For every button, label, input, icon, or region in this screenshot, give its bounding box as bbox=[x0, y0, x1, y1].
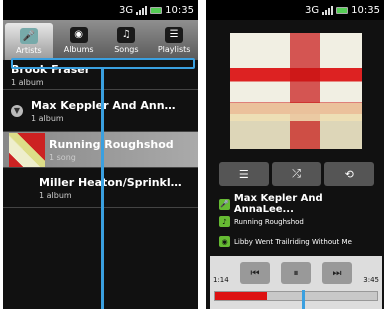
playback-options: ☰ ⤮ ⟲ bbox=[219, 162, 375, 186]
list-icon: ☰ bbox=[238, 167, 249, 181]
network-label: 3G bbox=[305, 4, 320, 16]
tab-bar: 🎤 Artists ◉ Albums ♫ Songs ☰ Playlists bbox=[3, 20, 198, 60]
album-thumbnail bbox=[9, 132, 45, 167]
previous-icon: ⏮ bbox=[250, 267, 260, 279]
album-art bbox=[230, 33, 362, 149]
tab-label: Songs bbox=[114, 44, 139, 54]
album-icon: ◉ bbox=[69, 26, 88, 43]
signal-icon bbox=[136, 5, 148, 15]
shuffle-button[interactable]: ⤮ bbox=[271, 162, 322, 186]
shuffle-icon: ⤮ bbox=[292, 167, 301, 180]
collapse-arrow-icon[interactable]: ▼ bbox=[11, 104, 23, 117]
progress-fill bbox=[215, 292, 267, 300]
music-note-icon: ♪ bbox=[219, 216, 230, 227]
row-subtitle: 1 album bbox=[31, 113, 64, 123]
now-playing-screen: 3G 10:35 ☰ ⤮ ⟲ 🎤 Max Kepler And AnnaLee.… bbox=[206, 0, 384, 309]
network-label: 3G bbox=[119, 4, 134, 16]
progress-bar[interactable] bbox=[214, 291, 378, 301]
clock: 10:35 bbox=[351, 4, 380, 16]
row-title: Max Keppler And AnnaLe... bbox=[31, 98, 181, 112]
music-note-icon: ♫ bbox=[117, 26, 136, 43]
pause-button[interactable]: ⏸ bbox=[281, 262, 311, 284]
artist-name: Max Kepler And AnnaLee... bbox=[233, 193, 323, 215]
row-subtitle: 1 album bbox=[11, 77, 44, 87]
album-line: ◉ Libby Went Trailriding Without Me bbox=[219, 236, 352, 247]
album-name: Libby Went Trailriding Without Me bbox=[234, 237, 352, 246]
microphone-icon: 🎤 bbox=[219, 198, 230, 210]
list-button[interactable]: ☰ bbox=[219, 162, 269, 186]
status-bar: 3G 10:35 bbox=[3, 0, 198, 20]
previous-button[interactable]: ⏮ bbox=[240, 262, 270, 284]
transport-controls: ⏮ ⏸ ⏭ 1:14 3:45 bbox=[210, 256, 382, 309]
album-icon: ◉ bbox=[219, 236, 230, 247]
song-name: Running Roughshod bbox=[234, 217, 304, 226]
tab-playlists[interactable]: ☰ Playlists bbox=[150, 20, 198, 60]
tab-callout-line bbox=[101, 69, 104, 309]
progress-callout-line bbox=[302, 290, 305, 309]
elapsed-time: 1:14 bbox=[213, 276, 229, 284]
tab-callout-box bbox=[11, 58, 195, 69]
next-button[interactable]: ⏭ bbox=[322, 262, 352, 284]
status-bar: 3G 10:35 bbox=[206, 0, 384, 20]
tab-albums[interactable]: ◉ Albums bbox=[55, 20, 103, 60]
playlist-icon: ☰ bbox=[165, 26, 184, 43]
tab-songs[interactable]: ♫ Songs bbox=[103, 20, 151, 60]
tab-label: Artists bbox=[16, 46, 42, 55]
total-time: 3:45 bbox=[363, 276, 379, 284]
song-line: ♪ Running Roughshod bbox=[219, 216, 304, 227]
tab-label: Albums bbox=[63, 44, 94, 54]
clock: 10:35 bbox=[165, 4, 194, 16]
tab-label: Playlists bbox=[157, 44, 191, 54]
repeat-button[interactable]: ⟲ bbox=[324, 162, 375, 186]
pause-icon: ⏸ bbox=[293, 267, 299, 279]
microphone-icon: 🎤 bbox=[19, 28, 38, 44]
repeat-icon: ⟲ bbox=[344, 167, 354, 181]
signal-icon bbox=[322, 5, 334, 15]
row-subtitle: 1 album bbox=[39, 190, 72, 200]
row-subtitle: 1 song bbox=[49, 152, 76, 162]
next-icon: ⏭ bbox=[332, 267, 342, 279]
row-title: Running Roughshod bbox=[49, 137, 174, 151]
row-title: Miller Heaton/Sprinklesky bbox=[39, 175, 189, 189]
battery-icon bbox=[336, 6, 349, 14]
tab-artists[interactable]: 🎤 Artists bbox=[5, 23, 53, 60]
battery-icon bbox=[150, 6, 163, 14]
artist-line: 🎤 Max Kepler And AnnaLee... bbox=[219, 193, 384, 215]
